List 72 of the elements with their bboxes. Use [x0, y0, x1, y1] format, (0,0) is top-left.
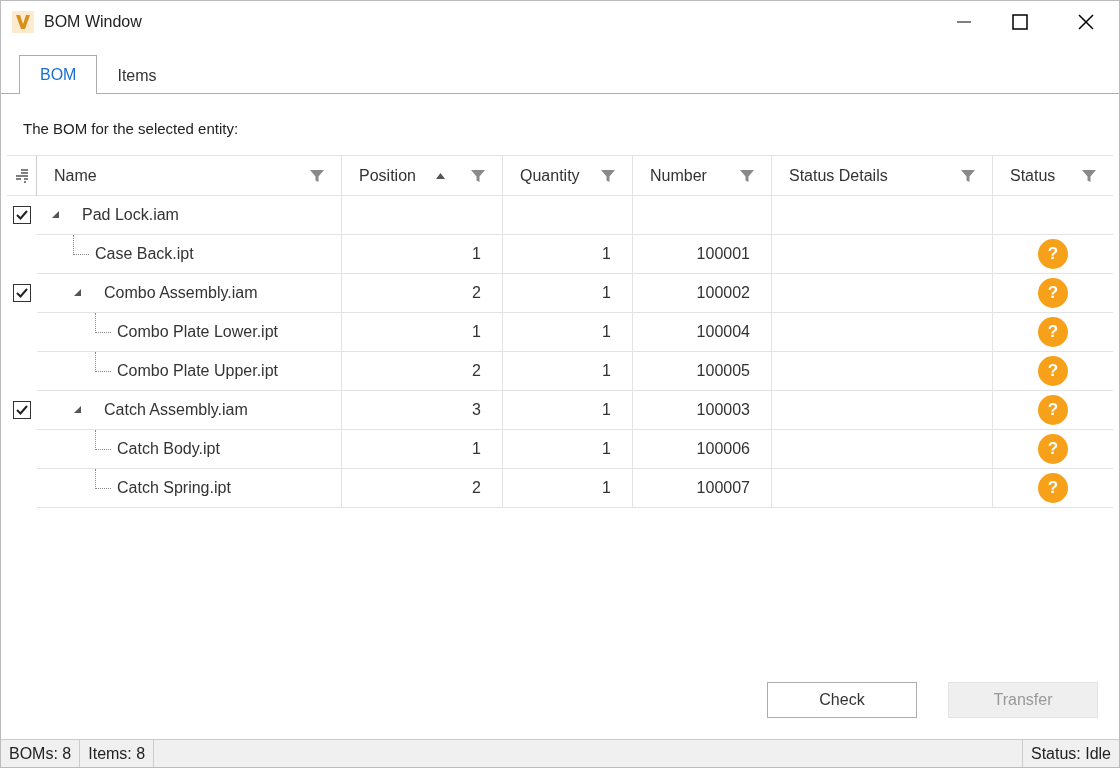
name-text: Catch Spring.ipt — [117, 477, 231, 498]
checkbox[interactable] — [13, 206, 31, 224]
tab[interactable]: Items — [97, 59, 177, 93]
expander-icon[interactable] — [73, 288, 82, 297]
table-cell: 1 — [503, 273, 633, 313]
window-title: BOM Window — [44, 12, 142, 32]
table-cell: 100005 — [633, 351, 772, 391]
tree-line — [73, 234, 89, 255]
expander-icon[interactable] — [51, 210, 60, 219]
status-icon: ? — [1038, 472, 1068, 503]
column-header[interactable]: Name — [37, 155, 342, 196]
table-cell: 100003 — [633, 390, 772, 430]
caption-text: The BOM for the selected entity: — [23, 119, 240, 139]
table-cell: 100002 — [633, 273, 772, 313]
table-cell: 1 — [503, 390, 633, 430]
table-cell: 1 — [503, 468, 633, 508]
tree-line — [95, 429, 111, 450]
table-cell: 1 — [342, 429, 503, 469]
status-icon: ? — [1038, 238, 1068, 269]
checkbox[interactable] — [13, 284, 31, 302]
name-text: Catch Body.ipt — [117, 438, 220, 459]
expander-icon[interactable] — [73, 405, 82, 414]
table-cell: 1 — [503, 312, 633, 352]
table-cell: 2 — [342, 468, 503, 508]
column-header[interactable]: Status — [993, 155, 1113, 196]
filter-icon[interactable] — [1082, 168, 1096, 183]
table-cell: 1 — [342, 234, 503, 274]
app-logo-icon — [12, 11, 34, 33]
status-icon: ? — [1038, 394, 1068, 425]
close-icon — [1078, 14, 1094, 30]
name-text: Combo Assembly.iam — [104, 282, 258, 303]
table-cell: 100006 — [633, 429, 772, 469]
action-button[interactable]: Check — [767, 682, 917, 718]
status-text: Items: 8 — [80, 740, 155, 767]
status-text: BOMs: 8 — [1, 740, 81, 767]
table-cell: 1 — [503, 429, 633, 469]
status-icon: ? — [1038, 355, 1068, 386]
column-header[interactable]: Status Details — [772, 155, 993, 196]
table-cell: 3 — [342, 390, 503, 430]
filter-icon[interactable] — [740, 168, 754, 183]
table-cell: 100001 — [633, 234, 772, 274]
column-header[interactable]: Position — [342, 155, 503, 196]
table-cell: 1 — [503, 234, 633, 274]
status-icon: ? — [1038, 316, 1068, 347]
status-text: Status: Idle — [1021, 740, 1119, 767]
name-text: Combo Plate Upper.ipt — [117, 360, 278, 381]
column-chooser-icon[interactable] — [14, 168, 29, 183]
checkbox[interactable] — [13, 401, 31, 419]
name-text: Catch Assembly.iam — [104, 399, 248, 420]
name-text: Case Back.ipt — [95, 243, 194, 264]
filter-icon[interactable] — [601, 168, 615, 183]
name-text: Combo Plate Lower.ipt — [117, 321, 278, 342]
table-cell: 100007 — [633, 468, 772, 508]
tree-line — [95, 468, 111, 489]
table-cell: 100004 — [633, 312, 772, 352]
table-cell: 1 — [503, 351, 633, 391]
table-cell: 2 — [342, 273, 503, 313]
minimize-icon — [957, 21, 971, 23]
column-header[interactable]: Number — [633, 155, 772, 196]
filter-icon[interactable] — [961, 168, 975, 183]
column-header[interactable]: Quantity — [503, 155, 633, 196]
filter-icon[interactable] — [310, 168, 324, 183]
tree-line — [95, 312, 111, 333]
filter-icon[interactable] — [471, 168, 485, 183]
tree-line — [95, 351, 111, 372]
status-icon: ? — [1038, 277, 1068, 308]
table-cell: 2 — [342, 351, 503, 391]
name-text: Pad Lock.iam — [82, 204, 179, 225]
maximize-icon — [1012, 14, 1028, 30]
status-icon: ? — [1038, 433, 1068, 464]
tab[interactable]: BOM — [19, 55, 98, 94]
table-cell: 1 — [342, 312, 503, 352]
